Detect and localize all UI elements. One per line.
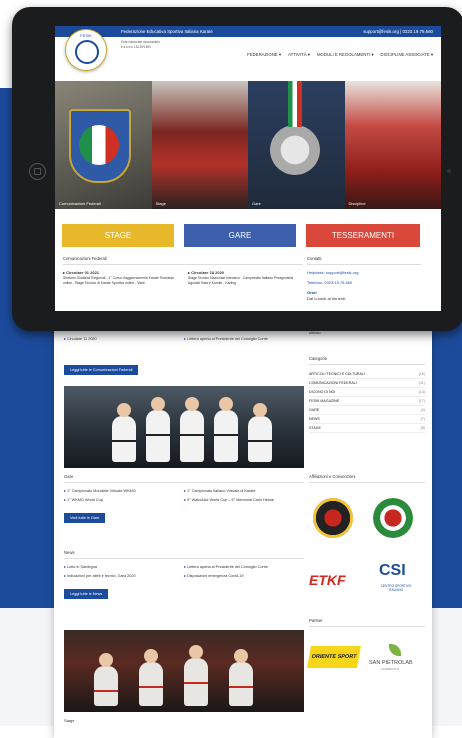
gare-title: Gare xyxy=(64,474,304,483)
wkmo-logo xyxy=(313,498,353,538)
tile-discipline[interactable]: Discipline xyxy=(344,81,441,209)
csi-subtitle: CENTRO SPORTIVO ITALIANO xyxy=(380,584,412,592)
gare-item[interactable]: 9° Wako&Ad World Cup – 5° Memorial Carlo… xyxy=(184,497,304,502)
top-bar: Federazione Educativa Sportiva Italiana … xyxy=(55,26,441,37)
nav-moduli[interactable]: MODULI E REGOLAMENTI ▾ xyxy=(317,52,374,58)
stage-title: Stage xyxy=(64,718,75,723)
gare-item[interactable]: 1° Campionato Mondiale Virtuale WKMO xyxy=(64,488,184,493)
tablet-screen: Federazione Educativa Sportiva Italiana … xyxy=(55,26,441,311)
karate-class-photo xyxy=(64,630,304,712)
category-row[interactable]: GARE (4) xyxy=(309,406,425,415)
telefono[interactable]: Telefono: 0323.19.76.660 xyxy=(307,280,421,286)
tile-label: Stage xyxy=(155,201,166,206)
tagline: Ente nazionale riconosciuto e.s.s.e.e LD… xyxy=(121,40,160,49)
kids-karate-photo xyxy=(64,386,304,468)
tile-label: Gare xyxy=(252,201,261,206)
website-page-preview: Circolare 11 2020 Lettera aperta al Pres… xyxy=(54,318,432,738)
affiliazioni-title: Affiliazioni e Convenzioni xyxy=(309,474,425,483)
comunicazioni-title: Comunicazioni Federali xyxy=(63,256,303,265)
gare-item[interactable]: 1° Campionato Italiano Virtuale di Karat… xyxy=(184,488,304,493)
san-pietrolab-logo: SAN PIETROLAB xyxy=(369,660,413,666)
contact-info[interactable]: support@fesik.org | 0323.19.76.660 xyxy=(363,29,433,34)
orari-weekdays: Dal Lunedì al Venerdì xyxy=(307,296,346,301)
category-row[interactable]: NEWS (7) xyxy=(309,415,425,424)
category-row[interactable]: FESIK MAGAZINE (17) xyxy=(309,397,425,406)
federation-name: Federazione Educativa Sportiva Italiana … xyxy=(121,29,213,34)
logo-text: FESIK xyxy=(80,33,92,38)
tile-label: Comunicazioni Federali xyxy=(59,201,101,206)
news-button[interactable]: Leggi tutte le News xyxy=(64,589,109,599)
nav-attivita[interactable]: ATTIVITÀ ▾ xyxy=(288,52,310,58)
camera-icon xyxy=(447,169,451,173)
circolare-text: Stage Tecnico Nazionale Intensivo - Camp… xyxy=(188,276,294,285)
tablet-device: Federazione Educativa Sportiva Italiana … xyxy=(12,7,462,331)
contatti-title: Contatti xyxy=(307,256,421,265)
etkf-logo: ETKF xyxy=(309,572,346,588)
news-item[interactable]: Lettera aperta al Presidente del Consigl… xyxy=(184,564,304,569)
gare-item[interactable]: 1° WKMO World Cup xyxy=(64,497,184,502)
home-button-icon xyxy=(29,163,46,180)
news-item[interactable]: Disposizioni emergenza Covid-19 xyxy=(184,573,304,578)
main-nav: FEDERAZIONE ▾ ATTIVITÀ ▾ MODULI E REGOLA… xyxy=(247,52,433,58)
tile-label: Discipline xyxy=(348,201,366,206)
tile-comunicazioni[interactable]: Comunicazioni Federali xyxy=(55,81,152,209)
csi-logo: CSI xyxy=(379,562,406,579)
tile-stage[interactable]: Stage xyxy=(151,81,248,209)
tile-gare[interactable]: Gare xyxy=(248,81,345,209)
wako-logo xyxy=(373,498,413,538)
oriente-sport-logo: ORIENTE SPORT xyxy=(307,646,361,668)
category-row[interactable]: STAGE (8) xyxy=(309,424,425,433)
categorie-title: Categorie xyxy=(309,356,425,365)
nav-federazione[interactable]: FEDERAZIONE ▾ xyxy=(247,52,281,58)
helpdesk[interactable]: Helpdesk: support@fesik.org xyxy=(307,270,421,276)
fesik-logo[interactable]: FESIK xyxy=(65,29,107,71)
category-row[interactable]: ARTICOLI TECNICI E CULTURALI (16) xyxy=(309,370,425,379)
leaf-icon xyxy=(389,644,401,656)
news-item[interactable]: Lutto in Sardegna xyxy=(64,564,184,569)
medal-icon xyxy=(270,125,320,175)
comunicazioni-button[interactable]: Leggi tutte le Comunicazioni Federali xyxy=(64,365,139,375)
italia-patch-icon xyxy=(69,109,131,183)
site-header: FESIK Ente nazionale riconosciuto e.s.s.… xyxy=(55,29,441,81)
hero-tiles: Comunicazioni Federali Stage Gare Discip… xyxy=(55,81,441,209)
lettera-link[interactable]: Lettera aperta al Presidente del Consigl… xyxy=(184,336,304,341)
category-row[interactable]: DICONO DI NOI (14) xyxy=(309,388,425,397)
san-pietrolab-subtitle: COSMETICS xyxy=(381,667,399,671)
news-item[interactable]: Indicazioni per atleti e tecnici, Gara 2… xyxy=(64,573,184,578)
circolare-link[interactable]: Circolare 11 2020 xyxy=(64,336,184,341)
circolare-text: Stratomi Giudiziali Regionali - 1° Corso… xyxy=(63,276,174,285)
category-row[interactable]: COMUNICAZIONI FEDERALI (41) xyxy=(309,379,425,388)
gare-cta-button[interactable]: GARE xyxy=(184,224,296,247)
gare-button[interactable]: Vedi tutte le Gare xyxy=(64,513,106,523)
tesseramenti-cta-button[interactable]: TESSERAMENTI xyxy=(306,224,420,247)
news-title: News xyxy=(64,550,304,559)
partner-title: Partner xyxy=(309,618,425,627)
stage-cta-button[interactable]: STAGE xyxy=(62,224,174,247)
nav-discipline[interactable]: DISCIPLINE ASSOCIATE ▾ xyxy=(381,52,433,58)
